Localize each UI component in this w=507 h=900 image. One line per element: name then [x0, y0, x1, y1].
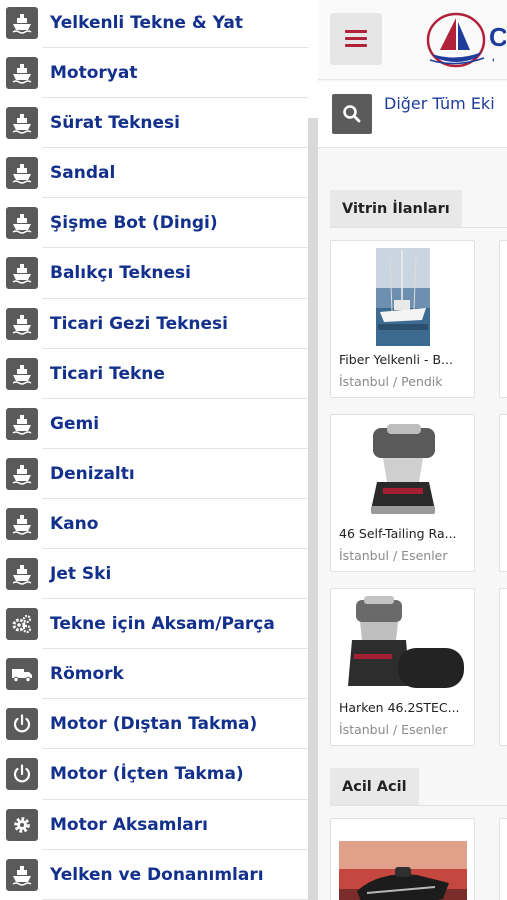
ship-icon — [6, 257, 38, 290]
drawer-item[interactable]: Yelkenli Tekne & Yat — [0, 0, 308, 49]
drawer-item[interactable]: Motoryat — [0, 48, 308, 99]
search-link[interactable]: Diğer Tüm Eki — [384, 94, 495, 113]
search-button[interactable] — [332, 94, 372, 134]
gears-icon — [6, 608, 38, 641]
search-bar: Diğer Tüm Eki — [318, 82, 507, 148]
drawer-item-label: Gemi — [50, 413, 100, 434]
drawer-item-label: Motor Aksamları — [50, 814, 208, 835]
listing-card[interactable] — [330, 818, 475, 900]
power-icon — [6, 758, 38, 791]
listing-card-partial[interactable] — [499, 240, 507, 398]
drawer-item-label: Jet Ski — [50, 564, 112, 585]
drawer-item[interactable]: Jet Ski — [0, 549, 308, 600]
drawer-item[interactable]: Ticari Gezi Teknesi — [0, 298, 308, 349]
hamburger-menu-button[interactable] — [330, 13, 382, 65]
section-divider — [330, 227, 507, 228]
listing-location: İstanbul / Pendik — [339, 374, 443, 389]
ship-icon — [6, 307, 38, 340]
listing-title: Harken 46.2STEC... — [339, 700, 460, 715]
ship-icon — [6, 7, 38, 39]
main-content: C ' Diğer Tüm Eki Vitrin İlanları Fiber … — [318, 0, 507, 900]
drawer-item-label: Sürat Teknesi — [50, 113, 180, 134]
electric-winch-photo — [337, 596, 468, 694]
listing-thumbnail — [331, 595, 474, 695]
ship-icon — [6, 107, 38, 140]
drawer-item[interactable]: Denizaltı — [0, 448, 308, 499]
drawer-item[interactable]: Şişme Bot (Dingi) — [0, 198, 308, 249]
ship-icon — [6, 507, 38, 540]
listing-card-partial[interactable] — [499, 414, 507, 572]
listing-title: Fiber Yelkenli - B... — [339, 352, 453, 367]
ship-icon — [6, 558, 38, 591]
ship-icon — [6, 407, 38, 440]
truck-icon — [6, 658, 38, 691]
drawer-item[interactable]: Motor Aksamları — [0, 799, 308, 850]
drawer-item-label: Römork — [50, 664, 124, 685]
category-drawer: Yelkenli Tekne & Yat Motoryat Sürat Teknes… — [0, 0, 318, 900]
listing-title: 46 Self-Tailing Ra... — [339, 526, 457, 541]
winch-photo — [362, 422, 443, 520]
drawer-item[interactable]: Balıkçı Teknesi — [0, 248, 308, 299]
drawer-item[interactable]: Yelken ve Donanımları — [0, 849, 308, 900]
gear-icon — [6, 808, 38, 841]
ship-icon — [6, 57, 38, 90]
ship-icon — [6, 207, 38, 240]
ship-icon — [6, 858, 38, 891]
drawer-item[interactable]: Motor (Dıştan Takma) — [0, 699, 308, 750]
drawer-item[interactable]: Kano — [0, 498, 308, 550]
drawer-item-label: Tekne için Aksam/Parça — [50, 614, 275, 635]
listing-card-partial[interactable] — [499, 818, 507, 900]
drawer-item-label: Ticari Gezi Teknesi — [50, 313, 228, 334]
drawer-item-label: Şişme Bot (Dingi) — [50, 213, 218, 234]
app-screen: C ' Diğer Tüm Eki Vitrin İlanları Fiber … — [0, 0, 507, 900]
drawer-item-label: Yelken ve Donanımları — [50, 864, 264, 885]
drawer-item-label: Kano — [50, 513, 99, 534]
section-divider — [330, 805, 507, 806]
drawer-item-label: Motor (İçten Takma) — [50, 764, 244, 785]
section-title-showcase: Vitrin İlanları — [330, 190, 462, 228]
drawer-item[interactable]: Römork — [0, 649, 308, 700]
listing-thumbnail — [331, 247, 474, 347]
drawer-item-label: Denizaltı — [50, 463, 135, 484]
listing-thumbnail — [331, 421, 474, 521]
listing-card[interactable]: Fiber Yelkenli - B... İstanbul / Pendik — [330, 240, 475, 398]
drawer-item[interactable]: Tekne için Aksam/Parça — [0, 599, 308, 650]
drawer-item[interactable]: Gemi — [0, 398, 308, 449]
listing-card[interactable]: 46 Self-Tailing Ra... İstanbul / Esenler — [330, 414, 475, 572]
drawer-item[interactable]: Sürat Teknesi — [0, 98, 308, 149]
svg-text:': ' — [492, 55, 495, 71]
listing-thumbnail — [331, 841, 474, 900]
drawer-item[interactable]: Sandal — [0, 148, 308, 199]
drawer-item[interactable]: Ticari Tekne — [0, 348, 308, 399]
listing-card-partial[interactable] — [499, 588, 507, 746]
sailboat-photo — [375, 248, 430, 346]
listing-card[interactable]: Harken 46.2STEC... İstanbul / Esenler — [330, 588, 475, 746]
sailboat-logo-icon[interactable]: C ' — [426, 10, 507, 72]
drawer-item-label: Motor (Dıştan Takma) — [50, 714, 258, 735]
jetski-photo — [338, 841, 467, 900]
drawer-item-label: Sandal — [50, 163, 116, 184]
power-icon — [6, 708, 38, 741]
drawer-item-label: Yelkenli Tekne & Yat — [50, 13, 243, 33]
listing-location: İstanbul / Esenler — [339, 548, 448, 563]
section-title-urgent: Acil Acil — [330, 768, 419, 806]
logo-fragment: C — [489, 22, 506, 52]
ship-icon — [6, 357, 38, 390]
category-list: Yelkenli Tekne & Yat Motoryat Sürat Teknes… — [0, 0, 308, 900]
drawer-item-label: Balıkçı Teknesi — [50, 263, 191, 284]
ship-icon — [6, 157, 38, 190]
listing-location: İstanbul / Esenler — [339, 722, 448, 737]
drawer-item[interactable]: Motor (İçten Takma) — [0, 749, 308, 800]
drawer-scrollbar[interactable] — [308, 118, 318, 900]
top-bar: C ' — [318, 0, 507, 80]
ship-icon — [6, 457, 38, 490]
drawer-item-label: Motoryat — [50, 63, 138, 84]
search-icon — [343, 105, 361, 123]
drawer-item-label: Ticari Tekne — [50, 363, 165, 384]
